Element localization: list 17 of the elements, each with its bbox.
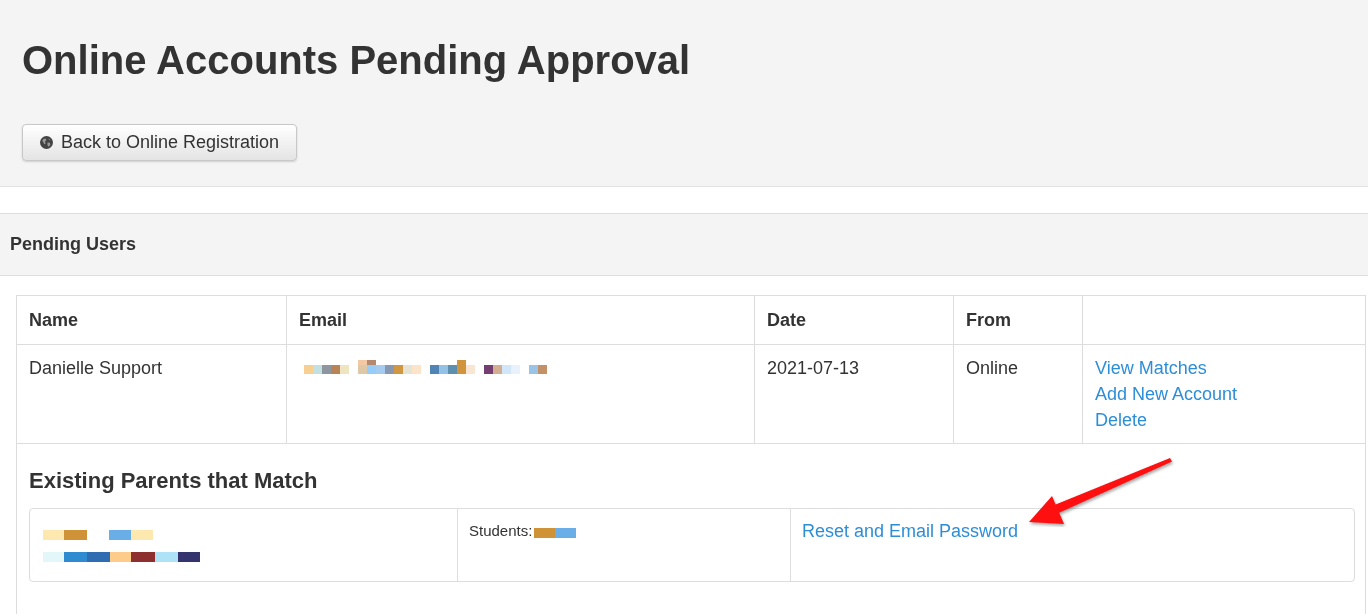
column-header: Name	[16, 295, 287, 345]
panel-heading: Pending Users	[0, 213, 1368, 276]
column-header: From	[953, 295, 1083, 345]
table-cell: Danielle Support	[16, 344, 287, 444]
action-link[interactable]: View Matches	[1095, 355, 1207, 381]
back-button[interactable]: Back to Online Registration	[22, 124, 298, 161]
reset-password-link[interactable]: Reset and Email Password	[802, 520, 1019, 542]
page-title: Online Accounts Pending Approval	[22, 37, 691, 83]
action-link[interactable]: Add New Account	[1095, 381, 1238, 407]
globe-icon	[40, 136, 53, 149]
action-link[interactable]: Delete	[1095, 407, 1148, 433]
table-cell: Online	[953, 344, 1083, 444]
column-header: Email	[286, 295, 755, 345]
table-cell: 2021-07-13	[754, 344, 954, 444]
section-heading: Existing Parents that Match	[29, 467, 318, 495]
students-label: Students:	[469, 521, 533, 541]
column-header: Date	[754, 295, 954, 345]
